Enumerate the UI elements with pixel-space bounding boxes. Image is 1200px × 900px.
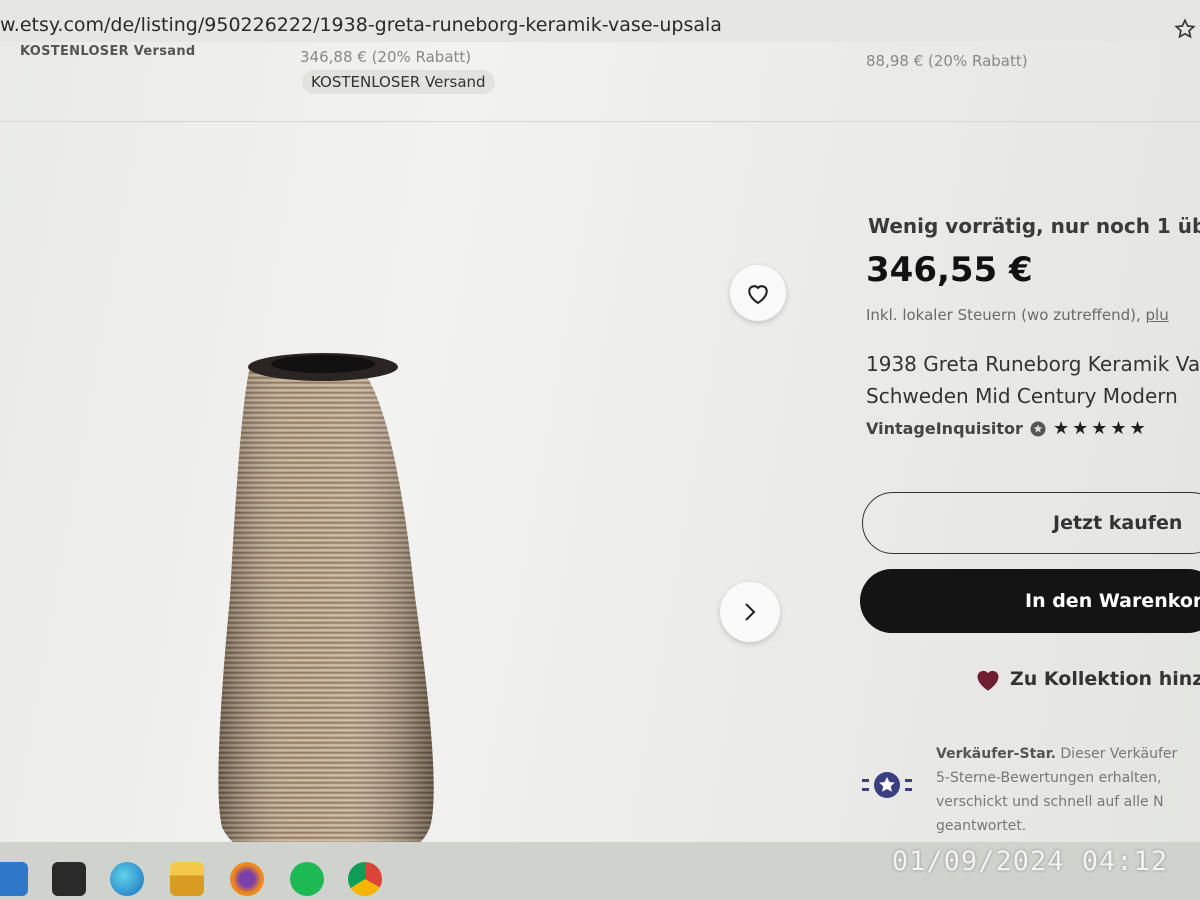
- url-text[interactable]: w.etsy.com/de/listing/950226222/1938-gre…: [0, 14, 722, 36]
- product-image-gallery[interactable]: [0, 122, 800, 842]
- star-seller-line-4: geantwortet.: [936, 818, 1027, 834]
- windows-icon[interactable]: [0, 862, 28, 896]
- listing-title: 1938 Greta Runeborg Keramik Va Schweden …: [866, 348, 1200, 412]
- related-listings-row: KOSTENLOSER Versand 346,88 € (20% Rabatt…: [0, 42, 1200, 122]
- edge-icon[interactable]: [110, 862, 144, 896]
- star-seller-title: Verkäufer-Star.: [936, 746, 1056, 762]
- star-seller-line-1: Dieser Verkäufer: [1060, 746, 1178, 762]
- spotify-icon[interactable]: [290, 862, 324, 896]
- rating-stars[interactable]: ★★★★★: [1053, 418, 1149, 439]
- bookmark-star-icon[interactable]: [1174, 18, 1196, 40]
- shop-info[interactable]: VintageInquisitor ★★★★★: [866, 418, 1149, 439]
- related-shipping-text: KOSTENLOSER Versand: [20, 44, 196, 59]
- star-seller-text: Verkäufer-Star. Dieser Verkäufer 5-Stern…: [936, 742, 1177, 838]
- listing-title-line-1: 1938 Greta Runeborg Keramik Va: [866, 352, 1200, 376]
- photo-timestamp: 01/09/2024 04:12: [891, 846, 1168, 877]
- tax-note-text: Inkl. lokaler Steuern (wo zutreffend),: [866, 306, 1146, 324]
- chevron-right-icon: [745, 603, 756, 621]
- file-explorer-icon[interactable]: [170, 862, 204, 896]
- buy-now-button[interactable]: Jetzt kaufen: [862, 492, 1200, 554]
- heart-outline-icon: [748, 285, 768, 305]
- price: 346,55 €: [866, 250, 1033, 290]
- free-shipping-badge: KOSTENLOSER Versand: [302, 70, 495, 94]
- store-icon[interactable]: [52, 862, 86, 896]
- add-to-collection-button[interactable]: Zu Kollektion hinzuf: [974, 666, 1200, 692]
- tax-note: Inkl. lokaler Steuern (wo zutreffend), p…: [866, 306, 1169, 324]
- favorite-button[interactable]: [730, 265, 786, 321]
- star-seller-icon: [862, 772, 912, 798]
- add-to-cart-button[interactable]: In den Warenkorb: [860, 569, 1200, 633]
- add-to-collection-label: Zu Kollektion hinzuf: [1010, 668, 1200, 690]
- star-seller-badge-icon: [1030, 421, 1046, 436]
- next-image-button[interactable]: [720, 582, 780, 642]
- listing-info-panel: Wenig vorrätig, nur noch 1 übrig 346,55 …: [860, 122, 1200, 842]
- heart-filled-icon: [977, 670, 999, 691]
- listing-page: KOSTENLOSER Versand 346,88 € (20% Rabatt…: [0, 42, 1200, 842]
- related-price-text-right: 88,98 € (20% Rabatt): [866, 52, 1028, 70]
- star-seller-line-3: verschickt und schnell auf alle N: [936, 794, 1164, 810]
- listing-title-line-2: Schweden Mid Century Modern: [866, 384, 1178, 408]
- star-seller-line-2: 5-Sterne-Bewertungen erhalten,: [936, 770, 1162, 786]
- vase-product-image: [218, 353, 434, 842]
- related-price-text: 346,88 € (20% Rabatt): [300, 48, 472, 66]
- stock-notice: Wenig vorrätig, nur noch 1 übrig: [868, 214, 1200, 238]
- shipping-link[interactable]: plu: [1146, 306, 1169, 324]
- firefox-icon[interactable]: [230, 862, 264, 896]
- shop-name-link[interactable]: VintageInquisitor: [866, 419, 1023, 438]
- chrome-icon[interactable]: [348, 862, 382, 896]
